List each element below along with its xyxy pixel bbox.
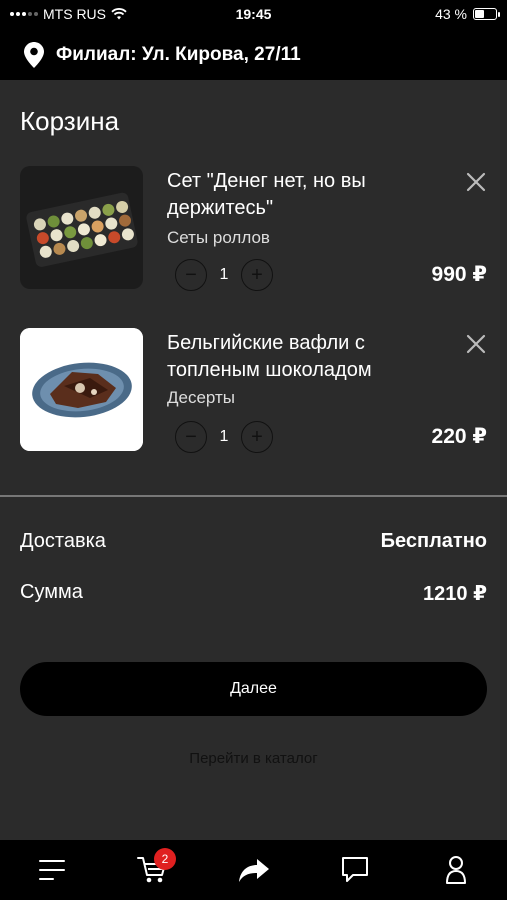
item-price: 990 ₽: [431, 263, 487, 286]
go-to-catalog-link[interactable]: Перейти в каталог: [0, 750, 507, 767]
total-row: Сумма 1210 ₽: [20, 581, 487, 606]
tab-bar: 2: [0, 840, 507, 900]
share-icon: [239, 859, 269, 882]
cart-item: Сет "Денег нет, но вы держитесь" Сеты ро…: [0, 166, 507, 292]
minus-icon: −: [185, 426, 197, 448]
page-title: Корзина: [20, 106, 120, 136]
battery-level: [475, 10, 484, 18]
chat-icon: [342, 857, 368, 882]
item-price: 220 ₽: [431, 425, 487, 448]
close-icon: [466, 334, 486, 354]
remove-item-button[interactable]: [462, 168, 490, 196]
quantity-stepper: − 1 +: [175, 258, 275, 292]
decrease-quantity-button[interactable]: −: [175, 421, 207, 453]
product-image: [20, 328, 143, 451]
status-right: 43 %: [435, 6, 500, 22]
divider: [0, 495, 507, 497]
remove-item-button[interactable]: [462, 330, 490, 358]
increase-quantity-button[interactable]: +: [241, 421, 273, 453]
quantity-stepper: − 1 +: [175, 420, 275, 454]
profile-icon: [446, 856, 466, 884]
branch-selector[interactable]: Филиал: Ул. Кирова, 27/11: [0, 30, 507, 80]
quantity-value: 1: [219, 428, 229, 445]
cart-count-badge: 2: [154, 848, 176, 870]
tab-chat[interactable]: [335, 852, 375, 888]
tab-share[interactable]: [234, 852, 274, 888]
decrease-quantity-button[interactable]: −: [175, 259, 207, 291]
battery-percent: 43 %: [435, 6, 467, 22]
item-category: Десерты: [167, 388, 236, 407]
item-name: Сет "Денег нет, но вы держитесь": [167, 170, 366, 219]
status-time: 19:45: [235, 6, 272, 22]
delivery-row: Доставка Бесплатно: [20, 530, 487, 553]
delivery-value: Бесплатно: [380, 530, 487, 552]
item-category: Сеты роллов: [167, 228, 270, 247]
tab-profile[interactable]: [436, 852, 476, 888]
menu-icon: [39, 860, 65, 880]
quantity-value: 1: [219, 266, 229, 283]
cart-item: Бельгийские вафли с топленым шоколадом Д…: [0, 328, 507, 454]
close-icon: [466, 172, 486, 192]
branch-label: Филиал: Ул. Кирова, 27/11: [56, 44, 301, 65]
delivery-label: Доставка: [20, 530, 106, 552]
cart-screen: Корзина Сет "Денег нет, но вы держитесь"…: [0, 80, 507, 840]
plus-icon: +: [251, 426, 263, 448]
tab-menu[interactable]: [32, 852, 72, 888]
item-name: Бельгийские вафли с топленым шоколадом: [167, 332, 372, 381]
location-pin-icon: [24, 42, 44, 68]
status-bar: MTS RUS 19:45 43 %: [0, 0, 507, 30]
plus-icon: +: [251, 264, 263, 286]
product-image: [20, 166, 143, 289]
battery-icon: [473, 8, 500, 20]
tab-cart[interactable]: 2: [132, 848, 176, 888]
minus-icon: −: [185, 264, 197, 286]
increase-quantity-button[interactable]: +: [241, 259, 273, 291]
total-value: 1210 ₽: [423, 583, 487, 605]
next-button[interactable]: Далее: [20, 662, 487, 716]
total-label: Сумма: [20, 581, 83, 603]
